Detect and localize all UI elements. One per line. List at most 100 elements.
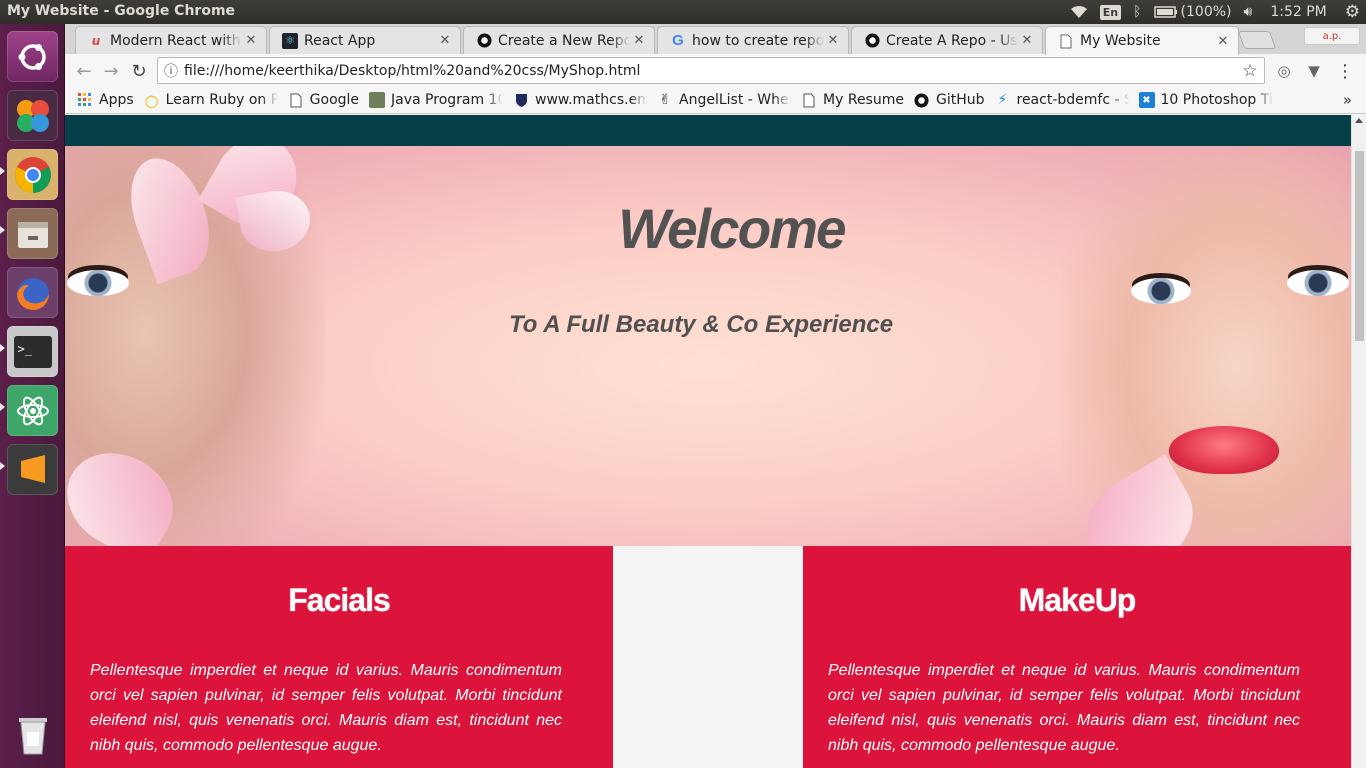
bookmark-star-icon[interactable]: ☆: [1236, 61, 1264, 81]
new-tab-button[interactable]: [1237, 31, 1277, 49]
bookmark-mathcs[interactable]: www.mathcs.emory: [508, 87, 652, 113]
image-icon: [369, 92, 386, 108]
window-title: My Website - Google Chrome: [7, 3, 236, 19]
tab-4[interactable]: G how to create repo ✕: [657, 26, 849, 54]
angellist-icon: ✌: [659, 92, 671, 108]
bookmark-label: Apps: [99, 92, 134, 108]
atom-icon[interactable]: [7, 385, 58, 436]
bookmark-apps[interactable]: Apps: [72, 87, 139, 113]
browser-toolbar: ← → ↻ ⓘ file:///home/keerthika/Desktop/h…: [65, 54, 1366, 87]
bookmark-angellist[interactable]: ✌ AngelList - Where: [652, 87, 796, 113]
sublime-icon[interactable]: [7, 444, 58, 495]
chrome-icon[interactable]: [7, 149, 58, 200]
scroll-up-arrow-icon[interactable]: [1355, 118, 1363, 123]
ruby-icon: ○: [144, 90, 159, 110]
page-scrollbar[interactable]: [1351, 115, 1366, 768]
page-icon: [288, 92, 304, 108]
react-icon: ⚛: [282, 32, 298, 49]
tab-2[interactable]: ⚛ React App ✕: [269, 26, 461, 54]
tab-strip: u Modern React with Redux ✕ ⚛ React App …: [65, 24, 1366, 55]
close-tab-icon[interactable]: ✕: [436, 33, 454, 48]
system-tray: En ᛒ (100%) 🔊︎ 1:52 PM ⚙: [1064, 0, 1366, 24]
udemy-icon: u: [91, 33, 101, 48]
bookmark-java-program[interactable]: Java Program 10: [364, 87, 508, 113]
right-eye-decoration: [1131, 278, 1191, 304]
close-tab-icon[interactable]: ✕: [1214, 34, 1232, 49]
bookmark-label: 10 Photoshop Tips: [1160, 92, 1273, 108]
ubuntu-logo-icon[interactable]: [7, 31, 58, 82]
service-card-makeup: MakeUp Pellentesque imperdiet et neque i…: [803, 546, 1351, 768]
card-title: Facials: [288, 582, 391, 618]
site-navbar: [65, 115, 1351, 146]
terminal-icon[interactable]: >_: [7, 326, 58, 377]
bookmark-learn-ruby[interactable]: ○ Learn Ruby on Rails: [139, 87, 283, 113]
bookmark-label: www.mathcs.emory: [535, 92, 648, 108]
tab-6-active[interactable]: My Website ✕: [1045, 26, 1239, 55]
lips-decoration: [1169, 426, 1279, 474]
address-bar[interactable]: ⓘ file:///home/keerthika/Desktop/html%20…: [157, 57, 1265, 84]
back-arrow-icon[interactable]: ←: [73, 60, 95, 82]
forward-arrow-icon[interactable]: →: [100, 60, 122, 82]
close-tab-icon[interactable]: ✕: [242, 33, 260, 48]
bookmark-label: Java Program 10: [391, 92, 504, 108]
bookmark-label: Google: [309, 92, 360, 108]
bookmark-google[interactable]: Google: [283, 87, 364, 113]
wifi-icon[interactable]: [1064, 0, 1094, 24]
url-text[interactable]: file:///home/keerthika/Desktop/html%20an…: [184, 63, 1236, 79]
reload-icon[interactable]: ↻: [128, 60, 150, 82]
tab-title: how to create repo: [692, 32, 824, 49]
bluetooth-icon[interactable]: ᛒ: [1127, 0, 1147, 24]
battery-icon: [1153, 6, 1177, 18]
tab-title: Modern React with Redux: [110, 32, 242, 49]
battery-percent: (100%): [1180, 4, 1232, 20]
browser-window: u Modern React with Redux ✕ ⚛ React App …: [65, 24, 1366, 768]
bookmark-label: GitHub: [935, 92, 985, 108]
close-tab-icon[interactable]: ✕: [630, 33, 648, 48]
tab-5[interactable]: Create A Repo - User ✕: [851, 26, 1043, 54]
bookmark-label: AngelList - Where: [679, 92, 792, 108]
bookmark-label: Learn Ruby on Rails: [165, 92, 278, 108]
left-eye-decoration: [67, 270, 129, 296]
settings-gear-icon[interactable]: ⚙: [1339, 0, 1366, 24]
volume-icon[interactable]: 🔊︎: [1238, 0, 1259, 24]
tab-title: Create A Repo - User: [886, 32, 1018, 49]
scrollbar-thumb[interactable]: [1355, 151, 1364, 341]
lang-label: En: [1099, 4, 1122, 20]
keyboard-layout-indicator[interactable]: En: [1094, 0, 1127, 24]
card-title: MakeUp: [1018, 582, 1137, 618]
bookmark-label: react-bdemfc - StackBlitz: [1016, 92, 1129, 108]
github-icon: [476, 33, 492, 49]
tab-title: Create a New Repository: [498, 32, 630, 49]
bookmark-react-bdemfc[interactable]: ⚡︎ react-bdemfc - StackBlitz: [990, 87, 1134, 113]
bookmark-github[interactable]: GitHub: [909, 87, 990, 113]
top-panel: My Website - Google Chrome En ᛒ (100%) 🔊…: [0, 0, 1366, 24]
hero-right-face-image: [1061, 146, 1351, 546]
close-tab-icon[interactable]: ✕: [1018, 33, 1036, 48]
profile-button[interactable]: a.p.: [1304, 27, 1360, 45]
clock[interactable]: 1:52 PM: [1258, 0, 1338, 24]
tab-1[interactable]: u Modern React with Redux ✕: [75, 26, 267, 54]
photos-icon[interactable]: [7, 90, 58, 141]
shield-icon: [513, 92, 529, 108]
trash-icon[interactable]: [7, 708, 58, 759]
info-icon[interactable]: ⓘ: [158, 61, 184, 81]
right-eye-decoration: [1287, 270, 1349, 296]
apps-grid-icon: [77, 92, 93, 108]
battery-indicator[interactable]: (100%): [1148, 0, 1238, 24]
firefox-icon[interactable]: [7, 267, 58, 318]
close-tab-icon[interactable]: ✕: [824, 33, 842, 48]
tab-title: My Website: [1080, 33, 1161, 49]
extension-globe-icon[interactable]: ◎: [1274, 61, 1294, 81]
extension-vivaldi-icon[interactable]: ▼: [1304, 61, 1324, 81]
tab-3[interactable]: Create a New Repository ✕: [463, 26, 655, 54]
hero-banner: Welcome To A Full Beauty & Co Experience: [65, 146, 1351, 546]
bookmark-photoshop-tips[interactable]: ✖ 10 Photoshop Tips: [1134, 87, 1278, 113]
menu-dots-icon[interactable]: ⋮: [1335, 61, 1355, 82]
page-viewport: Welcome To A Full Beauty & Co Experience…: [65, 115, 1351, 768]
files-icon[interactable]: [7, 208, 58, 259]
more-bookmarks-chevron-icon[interactable]: »: [1343, 91, 1352, 109]
card-text: Pellentesque imperdiet et neque id variu…: [90, 662, 562, 754]
bookmark-label: My Resume: [823, 92, 904, 108]
bookmark-my-resume[interactable]: My Resume: [796, 87, 909, 113]
github-icon: [914, 92, 930, 108]
